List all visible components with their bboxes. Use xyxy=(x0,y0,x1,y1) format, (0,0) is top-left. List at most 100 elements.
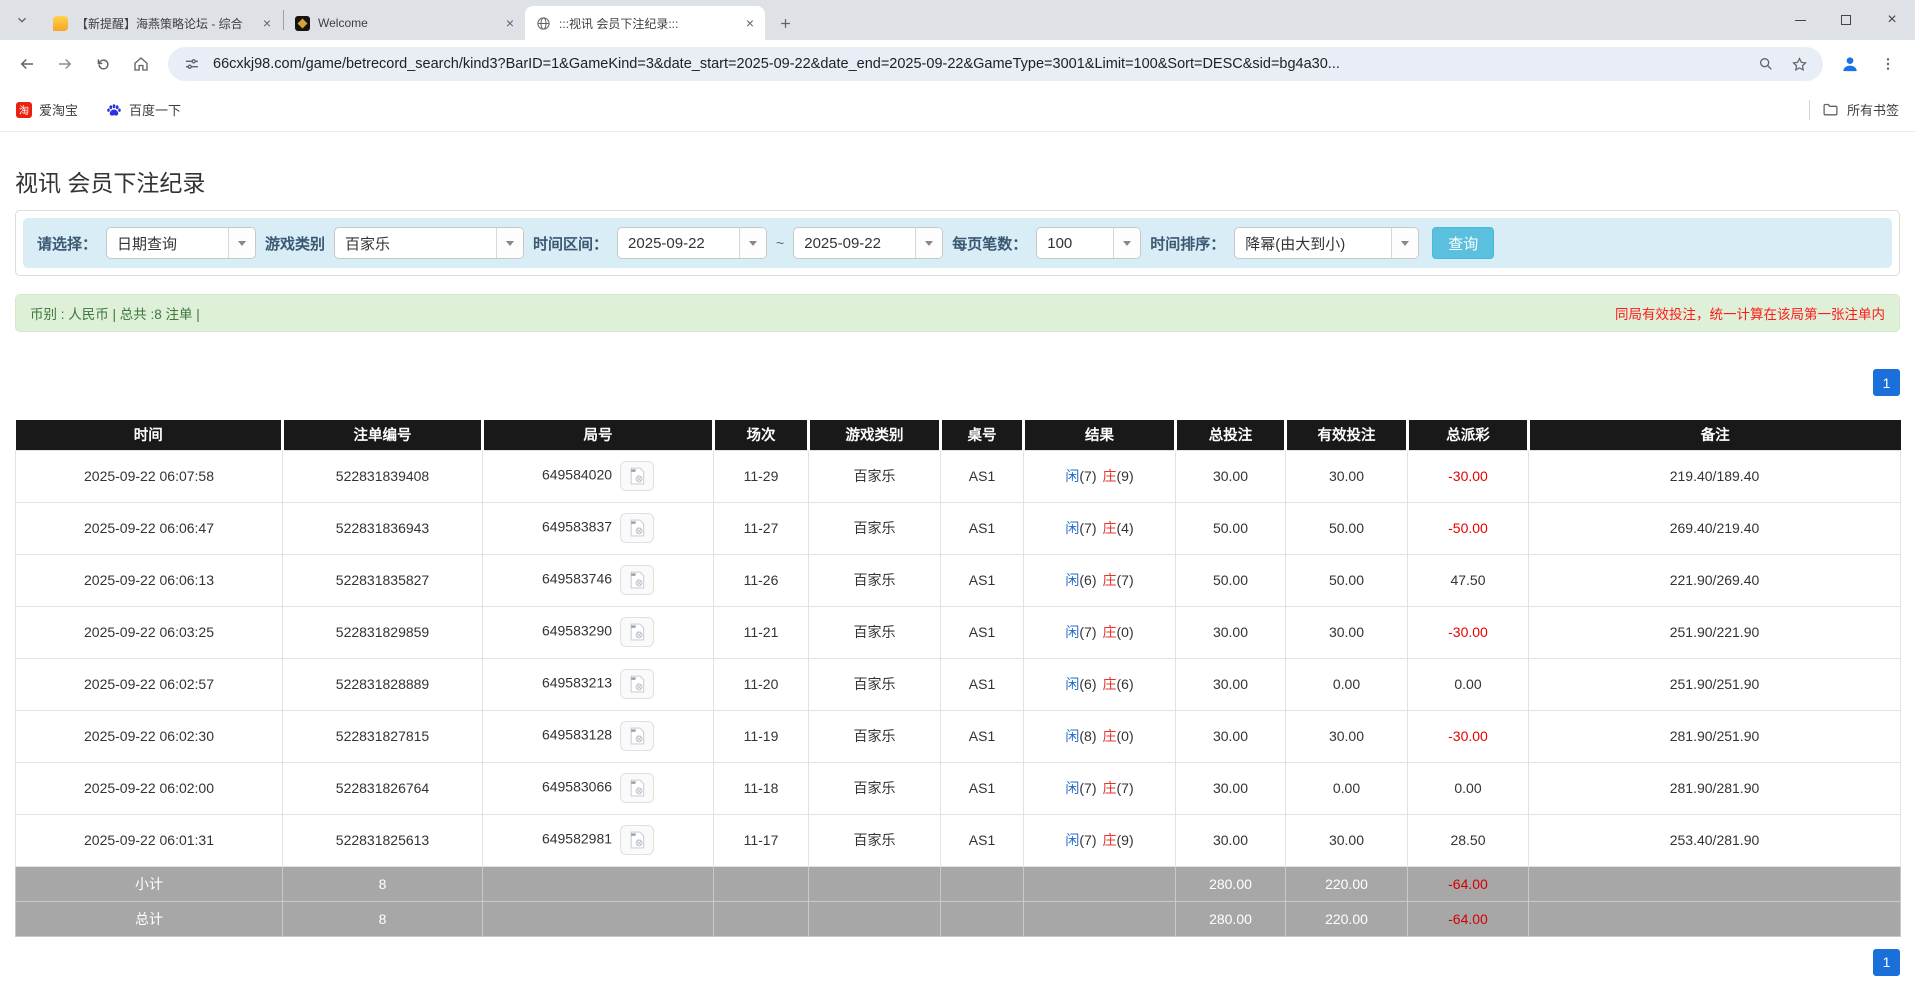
cell-total-bet[interactable]: 30.00 xyxy=(1176,814,1286,866)
cell-time: 2025-09-22 06:07:58 xyxy=(16,450,283,502)
cell-total-bet[interactable]: 30.00 xyxy=(1176,450,1286,502)
tab-forum[interactable]: 【新提醒】海燕策略论坛 - 综合 × xyxy=(42,6,282,40)
forward-button[interactable] xyxy=(48,47,82,81)
chevron-down-icon xyxy=(496,228,523,258)
header-game-type: 游戏类别 xyxy=(809,420,941,450)
tab-separator xyxy=(283,10,284,30)
cell-total-bet[interactable]: 30.00 xyxy=(1176,606,1286,658)
header-payout: 总派彩 xyxy=(1408,420,1529,450)
result-player: 闲 xyxy=(1065,780,1079,796)
page-number-button[interactable]: 1 xyxy=(1873,949,1900,976)
home-button[interactable] xyxy=(124,47,158,81)
video-replay-button[interactable] xyxy=(620,617,654,647)
subtotal-row: 小计 8 280.00 220.00 -64.00 xyxy=(16,866,1901,901)
cell-payout: -30.00 xyxy=(1408,450,1529,502)
cell-bet-id: 522831826764 xyxy=(283,762,483,814)
back-arrow-icon xyxy=(18,55,36,73)
total-label: 总计 xyxy=(16,901,283,936)
date-end-value: 2025-09-22 xyxy=(794,228,915,258)
cell-table-no: AS1 xyxy=(941,606,1024,658)
cell-valid-bet: 30.00 xyxy=(1286,710,1408,762)
round-id-value: 649583290 xyxy=(542,623,612,639)
date-start-value: 2025-09-22 xyxy=(618,228,739,258)
query-type-select[interactable]: 日期查询 xyxy=(106,227,256,259)
cell-total-bet[interactable]: 30.00 xyxy=(1176,710,1286,762)
window-maximize-button[interactable] xyxy=(1823,0,1869,40)
tab-title: 【新提醒】海燕策略论坛 - 综合 xyxy=(76,15,250,32)
video-replay-button[interactable] xyxy=(620,461,654,491)
new-tab-button[interactable] xyxy=(771,9,799,37)
subtotal-payout: -64.00 xyxy=(1408,866,1529,901)
bookmarks-bar: 淘 爱淘宝 百度一下 所有书签 xyxy=(0,88,1915,132)
video-replay-button[interactable] xyxy=(620,669,654,699)
profile-button[interactable] xyxy=(1833,47,1867,81)
address-bar[interactable]: 66cxkj98.com/game/betrecord_search/kind3… xyxy=(168,47,1823,81)
cell-total-bet[interactable]: 50.00 xyxy=(1176,554,1286,606)
table-row: 2025-09-22 06:02:30 522831827815 6495831… xyxy=(16,710,1901,762)
url-text[interactable]: 66cxkj98.com/game/betrecord_search/kind3… xyxy=(213,56,1745,72)
cell-payout: -50.00 xyxy=(1408,502,1529,554)
chevron-down-icon xyxy=(1113,228,1140,258)
cell-round-id: 649583066 xyxy=(483,762,714,814)
subtotal-label: 小计 xyxy=(16,866,283,901)
cell-remark: 251.90/251.90 xyxy=(1529,658,1901,710)
cell-game-type: 百家乐 xyxy=(809,450,941,502)
zoom-indicator-button[interactable] xyxy=(1754,52,1778,76)
bookmark-star-button[interactable] xyxy=(1787,52,1811,76)
video-replay-button[interactable] xyxy=(620,721,654,751)
back-button[interactable] xyxy=(10,47,44,81)
browser-menu-button[interactable] xyxy=(1871,47,1905,81)
cell-total-bet[interactable]: 50.00 xyxy=(1176,502,1286,554)
tab-close-icon[interactable]: × xyxy=(258,14,276,32)
tab-search-button[interactable] xyxy=(8,6,36,34)
cell-total-bet[interactable]: 30.00 xyxy=(1176,658,1286,710)
page-title: 视讯 会员下注纪录 xyxy=(15,164,1900,198)
bookmark-baidu[interactable]: 百度一下 xyxy=(106,100,181,119)
tab-bet-records[interactable]: :::视讯 会员下注纪录::: × xyxy=(525,6,765,40)
video-replay-button[interactable] xyxy=(620,773,654,803)
page-content: 视讯 会员下注纪录 请选择： 日期查询 游戏类别 百家乐 时间区间： 2025-… xyxy=(0,164,1915,976)
game-type-select[interactable]: 百家乐 xyxy=(334,227,524,259)
all-bookmarks-button[interactable]: 所有书签 xyxy=(1822,100,1899,119)
date-end-select[interactable]: 2025-09-22 xyxy=(793,227,943,259)
cell-result: 闲(7)庄(4) xyxy=(1024,502,1176,554)
sort-select[interactable]: 降幂(由大到小) xyxy=(1234,227,1419,259)
video-replay-button[interactable] xyxy=(620,565,654,595)
query-button[interactable]: 查询 xyxy=(1432,227,1494,259)
page-number-button[interactable]: 1 xyxy=(1873,369,1900,396)
video-replay-button[interactable] xyxy=(620,513,654,543)
bookmark-label: 百度一下 xyxy=(129,100,181,119)
browser-window: 【新提醒】海燕策略论坛 - 综合 × Welcome × :::视讯 会员下注纪… xyxy=(0,0,1915,132)
cell-remark: 269.40/219.40 xyxy=(1529,502,1901,554)
video-replay-button[interactable] xyxy=(620,825,654,855)
cell-game-type: 百家乐 xyxy=(809,502,941,554)
cell-payout: 28.50 xyxy=(1408,814,1529,866)
date-start-select[interactable]: 2025-09-22 xyxy=(617,227,767,259)
tab-welcome[interactable]: Welcome × xyxy=(285,6,525,40)
cell-bet-id: 522831827815 xyxy=(283,710,483,762)
cell-remark: 281.90/281.90 xyxy=(1529,762,1901,814)
date-range-separator: ~ xyxy=(776,235,784,251)
result-player: 闲 xyxy=(1065,520,1079,536)
header-session: 场次 xyxy=(714,420,809,450)
home-icon xyxy=(132,55,150,73)
window-close-button[interactable]: × xyxy=(1869,0,1915,40)
window-minimize-button[interactable] xyxy=(1777,0,1823,40)
cell-game-type: 百家乐 xyxy=(809,606,941,658)
bookmark-taobao[interactable]: 淘 爱淘宝 xyxy=(16,100,78,119)
result-player: 闲 xyxy=(1065,572,1079,588)
plus-icon xyxy=(778,16,793,31)
cell-payout: -30.00 xyxy=(1408,710,1529,762)
cell-session: 11-17 xyxy=(714,814,809,866)
tab-close-icon[interactable]: × xyxy=(741,14,759,32)
tab-close-icon[interactable]: × xyxy=(501,14,519,32)
cell-payout: 0.00 xyxy=(1408,762,1529,814)
video-file-icon xyxy=(627,622,647,642)
page-size-select[interactable]: 100 xyxy=(1036,227,1141,259)
cell-total-bet[interactable]: 30.00 xyxy=(1176,762,1286,814)
chevron-down-icon xyxy=(228,228,255,258)
cell-session: 11-27 xyxy=(714,502,809,554)
result-banker: 庄 xyxy=(1103,676,1117,692)
reload-button[interactable] xyxy=(86,47,120,81)
site-settings-button[interactable] xyxy=(180,52,204,76)
